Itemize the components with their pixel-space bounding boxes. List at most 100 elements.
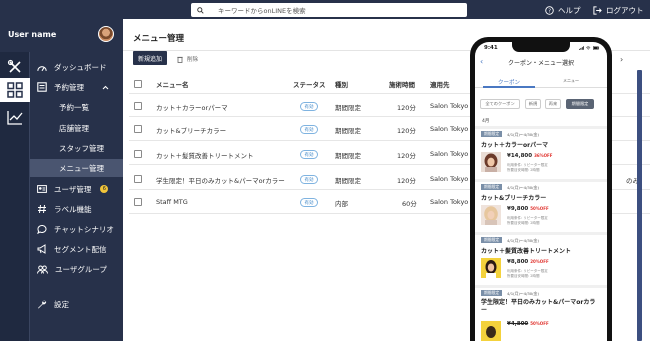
sidebar-item-labels[interactable]: ラベル機能: [30, 200, 123, 218]
discount-label: 50%OFF: [530, 206, 549, 211]
menu-type: 内部: [335, 200, 348, 208]
speedometer-icon: [37, 65, 47, 71]
megaphone-icon: [37, 244, 46, 254]
menu-name: カット&ブリーチカラー: [156, 127, 227, 135]
sidebar-item-staff-management[interactable]: スタッフ管理: [30, 139, 123, 157]
menu-name: Staff MTG: [156, 198, 188, 206]
trash-icon: [177, 56, 183, 63]
sidebar-item-label: 店舗管理: [59, 123, 89, 133]
sidebar-item-label: ダッシュボード: [54, 62, 107, 72]
tab-menu[interactable]: メニュー: [563, 78, 579, 84]
filter-chip-all[interactable]: 全てのクーポン: [480, 99, 520, 109]
card-separator: [475, 126, 607, 129]
wrench-icon: [38, 300, 47, 309]
active-tab-indicator: [483, 86, 535, 88]
select-all-checkbox[interactable]: [134, 80, 142, 88]
status-badge: 有効: [300, 175, 318, 184]
trend-chart-icon[interactable]: [7, 109, 23, 125]
search-placeholder: キーワードからonLINEを検索: [218, 7, 306, 15]
sidebar-item-settings[interactable]: 設定: [30, 295, 123, 313]
filter-chip-limited[interactable]: 期間限定: [566, 99, 594, 109]
row-checkbox[interactable]: [134, 125, 142, 133]
logout-icon: [593, 5, 602, 15]
help-label: ヘルプ: [558, 5, 581, 15]
status-badge: 有効: [300, 125, 318, 134]
coupon-period: 4/1(月)〜4/30(金): [507, 291, 539, 296]
coupon-title: カット＋カラーorパーマ: [481, 142, 549, 149]
username: User name: [8, 30, 57, 39]
sidebar-item-store-management[interactable]: 店舗管理: [30, 119, 123, 137]
limited-tag: 期間限定: [481, 237, 503, 243]
add-new-button[interactable]: 新規追加: [133, 51, 167, 65]
search-input[interactable]: キーワードからonLINEを検索: [191, 3, 467, 17]
tools-icon[interactable]: [7, 59, 23, 75]
sidebar-item-label: 設定: [54, 299, 69, 309]
month-label: 4月: [482, 119, 490, 124]
users-icon: [37, 265, 48, 274]
row-checkbox[interactable]: [134, 175, 142, 183]
logout-button[interactable]: ログアウト: [593, 3, 644, 17]
sidebar-item-segment-delivery[interactable]: セグメント配信: [30, 240, 123, 258]
card-separator: [475, 179, 607, 182]
treatment-time: 120分: [397, 127, 416, 135]
treatment-time: 60分: [402, 200, 417, 208]
row-checkbox[interactable]: [134, 102, 142, 110]
sidebar-item-user-groups[interactable]: ユーザグループ: [30, 260, 123, 278]
logout-label: ログアウト: [606, 5, 644, 15]
column-header[interactable]: 適用先: [430, 79, 450, 89]
scrollbar[interactable]: [637, 70, 642, 341]
coupon-title: カット＋髪質改善トリートメント: [481, 248, 572, 255]
discount-label: 20%OFF: [530, 259, 549, 264]
status-badge: 有効: [300, 198, 318, 207]
column-header[interactable]: 施術時間: [389, 79, 415, 89]
sidebar-item-menu-management[interactable]: メニュー管理: [30, 159, 123, 177]
menu-type: 期間限定: [335, 177, 361, 185]
grid-menu-active[interactable]: [0, 78, 30, 102]
coupon-duration: 所要目安時間: 2時間: [507, 168, 540, 172]
sidebar-item-label: ユーザグループ: [55, 264, 107, 274]
delete-button[interactable]: 削除: [177, 55, 198, 63]
coupon-period: 4/1(月)〜4/30(金): [507, 132, 539, 137]
help-button[interactable]: ? ヘルプ: [545, 3, 581, 17]
price-value: ¥14,800: [507, 153, 533, 159]
row-checkbox[interactable]: [134, 198, 142, 206]
status-icons: [579, 46, 599, 50]
column-header[interactable]: 種別: [335, 79, 348, 89]
chevron-right-icon[interactable]: ›: [620, 55, 623, 64]
coupon-price: ¥14,800 36%OFF: [507, 153, 553, 159]
row-checkbox[interactable]: [134, 150, 142, 158]
target-store: Salon Tokyo: [430, 102, 469, 110]
filter-chip-repeat[interactable]: 再来: [545, 99, 561, 109]
target-store: Salon Tokyo: [430, 150, 469, 158]
phone-tabs: クーポン メニュー: [475, 76, 607, 88]
coupon-duration: 所要目安時間: 2時間: [507, 221, 540, 225]
price-value: ¥8,800: [507, 259, 529, 265]
sidebar-item-chat-scenario[interactable]: チャットシナリオ: [30, 220, 123, 238]
tab-coupon[interactable]: クーポン: [498, 78, 520, 86]
coupon-price: ¥4,800 50%OFF: [507, 321, 549, 327]
coupon-period: 4/1(月)〜4/30(金): [507, 238, 539, 243]
coupon-period: 4/1(月)〜4/30(金): [507, 185, 539, 190]
discount-label: 36%OFF: [534, 153, 553, 158]
sidebar-item-user-management[interactable]: ユーザ管理 6: [30, 180, 123, 198]
column-header[interactable]: メニュー名: [156, 79, 189, 89]
sidebar-item-reservations[interactable]: 予約管理: [30, 78, 123, 96]
chevron-up-icon: [102, 85, 109, 89]
grid-icon: [7, 82, 23, 98]
sidebar-item-reservation-list[interactable]: 予約一覧: [30, 98, 123, 116]
price-value: ¥4,800: [507, 321, 529, 327]
phone-mockup: 9:41 ‹ クーポン・メニュー選択 クーポン メニュー 全てのクーポン 新規 …: [470, 37, 612, 341]
sidebar-item-label: 予約一覧: [59, 102, 89, 112]
hairstyle-photo: [481, 205, 501, 225]
avatar[interactable]: [98, 26, 114, 42]
hairstyle-photo: [481, 321, 501, 341]
coupon-title: カット&ブリーチカラー: [481, 195, 547, 202]
sidebar-item-label: ユーザ管理: [54, 184, 92, 194]
column-header[interactable]: ステータス: [293, 79, 326, 89]
filter-chip-new[interactable]: 新規: [525, 99, 541, 109]
sidebar-item-label: チャットシナリオ: [54, 224, 114, 234]
chat-icon: [37, 224, 47, 234]
sidebar-item-label: セグメント配信: [54, 244, 107, 254]
menu-name: カット＋髪質改善トリートメント: [156, 152, 254, 160]
sidebar-item-dashboard[interactable]: ダッシュボード: [30, 58, 123, 76]
